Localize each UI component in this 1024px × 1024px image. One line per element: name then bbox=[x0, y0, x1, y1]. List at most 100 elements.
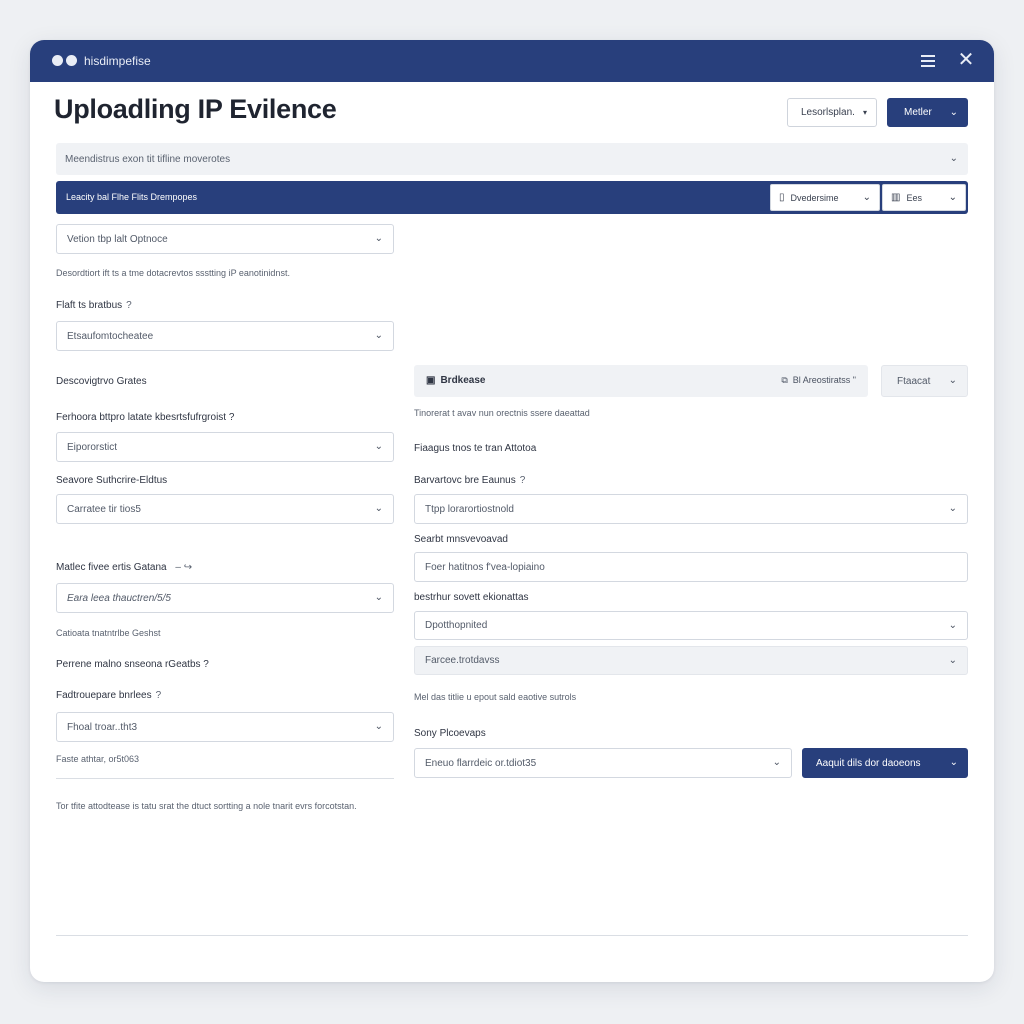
field4-select-value: Eara leea thauctren/5/5 bbox=[67, 592, 171, 604]
chevron-down-icon: ⌄ bbox=[374, 721, 383, 732]
chevron-down-icon: ⌄ bbox=[948, 654, 957, 666]
right-select5-value: Farcee.trotdavss bbox=[425, 655, 500, 666]
section-label: Descovigtrvo Grates bbox=[56, 376, 147, 387]
arrow-right-icon: – ↪ bbox=[175, 562, 193, 573]
chevron-down-icon: ⌄ bbox=[948, 375, 957, 386]
bottom-divider bbox=[56, 935, 968, 936]
chevron-down-icon: ⌄ bbox=[949, 106, 958, 118]
app-window: hisdimpefise ✕ Uploadling IP Evilence Le… bbox=[30, 40, 994, 982]
header-outline-button[interactable]: Lesorlsplan. ▾ bbox=[787, 98, 877, 127]
chevron-down-icon: ⌄ bbox=[949, 757, 958, 768]
field3-select[interactable]: Carratee tir tios5 ⌄ bbox=[56, 494, 394, 524]
field4-note: Catioata tnatntrlbe Geshst bbox=[56, 628, 161, 638]
toolbar-select-secondary[interactable]: ▥ Ees ⌄ bbox=[882, 184, 966, 211]
version-select-value: Vetion tbp lalt Optnoce bbox=[67, 233, 168, 245]
field1-select[interactable]: Etsaufomtocheatee ⌄ bbox=[56, 321, 394, 351]
right-select4[interactable]: Dpotthopnited ⌄ bbox=[414, 611, 968, 640]
logo-dot-icon bbox=[52, 55, 63, 66]
right-select6-value: Eneuo flarrdeic or.tdiot35 bbox=[425, 757, 537, 769]
toolbar-select-secondary-value: Ees bbox=[906, 192, 922, 203]
field2-select-value: Eipororstict bbox=[67, 441, 118, 453]
field4-label-text: Matlec fivee ertis Gatana bbox=[56, 562, 167, 573]
hamburger-menu-icon[interactable] bbox=[918, 51, 938, 71]
version-select[interactable]: Vetion tbp lalt Optnoce ⌄ bbox=[56, 224, 394, 254]
field5-label: Perrene malno snseona rGeatbs ? bbox=[56, 659, 209, 670]
chevron-down-icon: ⌄ bbox=[862, 191, 871, 203]
header-primary-button-label: Metler bbox=[904, 107, 932, 118]
help-icon[interactable]: ? bbox=[126, 300, 132, 311]
document-icon: ▯ bbox=[779, 192, 785, 203]
evidence-panel-action-text: Bl Areostiratss " bbox=[792, 375, 856, 385]
right-label4: bestrhur sovett ekionattas bbox=[414, 592, 529, 603]
right-label3: Searbt mnsvevoavad bbox=[414, 534, 508, 545]
chevron-down-icon: ⌄ bbox=[948, 619, 957, 631]
version-help-text: Desordtiort ift ts a tme dotacrevtos sss… bbox=[56, 268, 290, 278]
field4-label: Matlec fivee ertis Gatana – ↪ bbox=[56, 562, 192, 573]
field3-label: Seavore Suthcrire-Eldtus bbox=[56, 475, 168, 486]
right-select6[interactable]: Eneuo flarrdeic or.tdiot35 ⌄ bbox=[414, 748, 792, 778]
submit-button-label: Aaquit dils dor daoeons bbox=[816, 757, 921, 769]
evidence-panel-action[interactable]: ⧉ Bl Areostiratss " bbox=[781, 375, 856, 386]
app-logo bbox=[52, 55, 77, 66]
field6-label-text: Fadtrouepare bnrlees bbox=[56, 690, 152, 701]
toolbar-select-primary[interactable]: ▯ Dvedersime ⌄ bbox=[770, 184, 880, 211]
header-primary-button[interactable]: Metler ⌄ bbox=[887, 98, 968, 127]
evidence-toolbar-text: Leacity bal Flhe Flits Drempopes bbox=[66, 192, 198, 202]
panel-filter-select[interactable]: Ftaacat ⌄ bbox=[881, 365, 968, 397]
toolbar-select-primary-value: Dvedersime bbox=[790, 192, 839, 203]
app-name: hisdimpefise bbox=[84, 54, 151, 68]
field4-select[interactable]: Eara leea thauctren/5/5 ⌄ bbox=[56, 583, 394, 613]
chevron-down-icon: ⌄ bbox=[948, 503, 957, 514]
right-note5: Mel das titlie u epout sald eaotive sutr… bbox=[414, 692, 577, 702]
right-label1: Fiaagus tnos te tran Attotoa bbox=[414, 443, 537, 454]
info-banner-text: Meendistrus exon tit tifline moverotes bbox=[65, 153, 231, 165]
building-icon: ▥ bbox=[891, 192, 901, 203]
help-icon[interactable]: ? bbox=[156, 690, 162, 701]
field6-label: Fadtrouepare bnrlees? bbox=[56, 690, 161, 701]
right-label6: Sony Plcoevaps bbox=[414, 728, 486, 739]
logo-dot-icon bbox=[66, 55, 77, 66]
chevron-down-icon: ⌄ bbox=[374, 441, 383, 452]
chevron-down-icon: ⌄ bbox=[948, 191, 957, 203]
field6-note: Faste athtar, or5t063 bbox=[56, 754, 140, 764]
right-select2-value: Ttpp lorarortiostnold bbox=[425, 503, 514, 515]
field3-select-value: Carratee tir tios5 bbox=[67, 503, 141, 515]
footer-note: Tor tfite attodtease is tatu srat the dt… bbox=[56, 801, 357, 811]
help-icon[interactable]: ? bbox=[520, 475, 526, 486]
evidence-panel-title-text: Brdkease bbox=[440, 375, 486, 386]
divider bbox=[56, 778, 394, 779]
right-select5[interactable]: Farcee.trotdavss ⌄ bbox=[414, 646, 968, 675]
right-input3[interactable]: Foer hatitnos f'vea-lopiaino bbox=[414, 552, 968, 582]
info-banner-dropdown[interactable]: Meendistrus exon tit tifline moverotes ⌄ bbox=[56, 143, 968, 175]
right-label2-text: Barvartovc bre Eaunus bbox=[414, 475, 516, 486]
submit-button[interactable]: Aaquit dils dor daoeons ⌄ bbox=[802, 748, 968, 778]
upload-icon: ⧉ bbox=[781, 375, 788, 385]
field1-label: Flaft ts bratbus? bbox=[56, 300, 132, 311]
panel-filter-select-value: Ftaacat bbox=[897, 375, 931, 387]
field2-label: Ferhoora bttpro latate kbesrtsfufrgroist… bbox=[56, 412, 235, 423]
header-outline-button-label: Lesorlsplan. bbox=[801, 107, 855, 118]
chevron-down-icon: ⌄ bbox=[374, 233, 383, 244]
chevron-down-icon: ⌄ bbox=[374, 330, 383, 341]
chevron-down-icon: ⌄ bbox=[772, 757, 781, 768]
evidence-toolbar: Leacity bal Flhe Flits Drempopes ▯ Dvede… bbox=[56, 181, 968, 214]
right-select4-value: Dpotthopnited bbox=[425, 620, 488, 631]
title-bar: hisdimpefise ✕ bbox=[30, 40, 994, 82]
field1-label-text: Flaft ts bratbus bbox=[56, 300, 123, 311]
caret-down-icon: ▾ bbox=[862, 107, 867, 117]
right-label2: Barvartovc bre Eaunus? bbox=[414, 475, 525, 486]
evidence-panel-header[interactable]: ▣ Brdkease ⧉ Bl Areostiratss " bbox=[414, 365, 868, 397]
right-select2[interactable]: Ttpp lorarortiostnold ⌄ bbox=[414, 494, 968, 524]
page-title: Uploadling IP Evilence bbox=[54, 94, 337, 124]
chevron-down-icon: ⌄ bbox=[374, 592, 383, 603]
close-icon[interactable]: ✕ bbox=[955, 49, 977, 71]
chevron-down-icon: ⌄ bbox=[949, 153, 958, 164]
right-input3-value: Foer hatitnos f'vea-lopiaino bbox=[425, 561, 545, 573]
field6-select[interactable]: Fhoal troar..tht3 ⌄ bbox=[56, 712, 394, 742]
evidence-panel-title: ▣ Brdkease bbox=[426, 375, 485, 386]
chevron-down-icon: ⌄ bbox=[374, 503, 383, 514]
image-icon: ▣ bbox=[426, 375, 436, 386]
field2-select[interactable]: Eipororstict ⌄ bbox=[56, 432, 394, 462]
field1-select-value: Etsaufomtocheatee bbox=[67, 330, 154, 342]
panel-note: Tinorerat t avav nun orectnis ssere daea… bbox=[414, 408, 590, 418]
